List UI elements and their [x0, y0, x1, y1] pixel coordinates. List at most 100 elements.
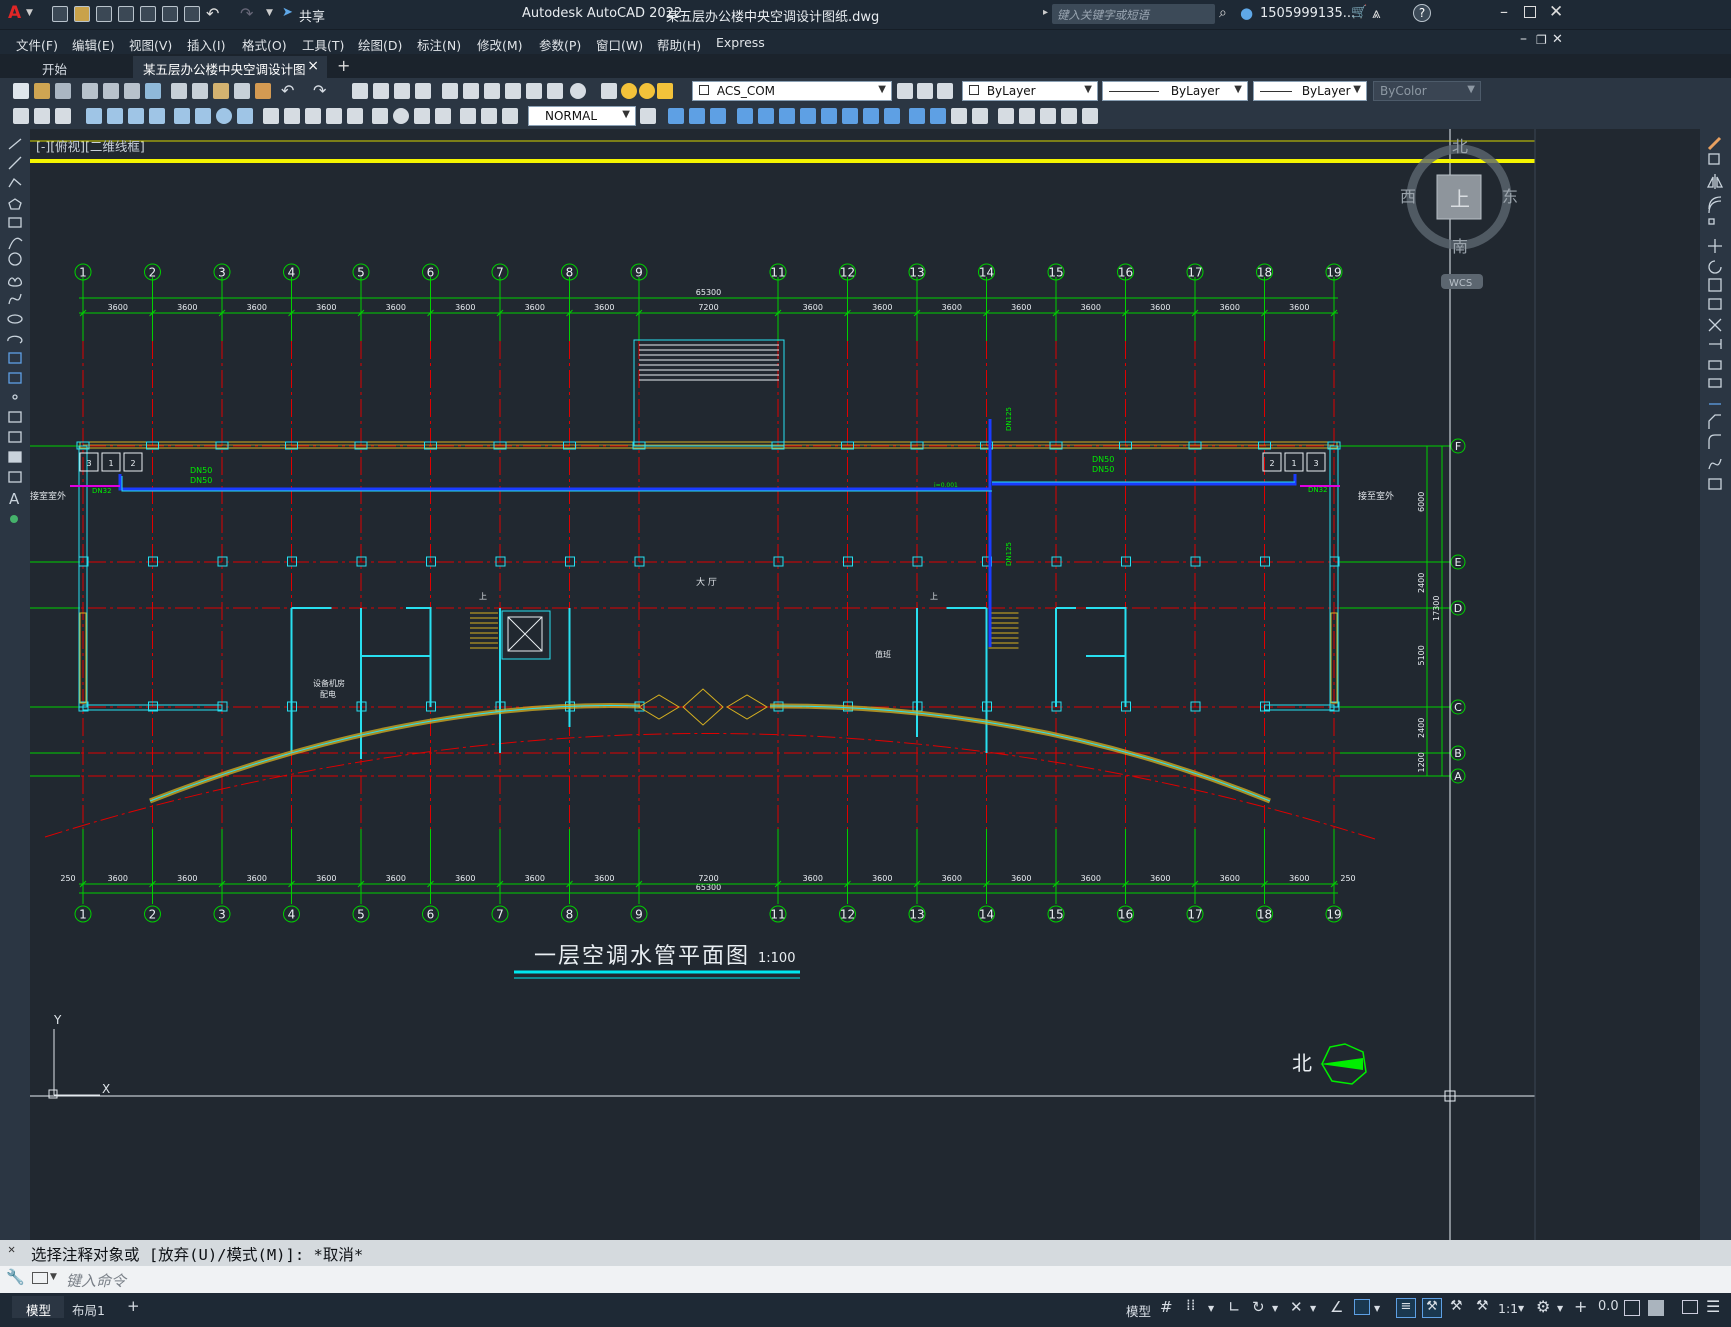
- text-style-dropdown[interactable]: NORMAL ▼: [528, 106, 636, 126]
- new-tab-icon[interactable]: +: [337, 56, 350, 75]
- dim-break-icon[interactable]: [347, 108, 363, 124]
- insert-block-tool-icon[interactable]: [8, 352, 22, 364]
- quick-properties-icon[interactable]: [1624, 1300, 1640, 1316]
- offset-icon[interactable]: [710, 108, 726, 124]
- trim-icon[interactable]: [821, 108, 837, 124]
- polygon-tool-icon[interactable]: [8, 198, 22, 210]
- paste-icon[interactable]: [213, 83, 229, 99]
- viewcube-east[interactable]: 东: [1502, 187, 1518, 206]
- layer-freeze-icon[interactable]: [639, 83, 655, 99]
- make-block-icon[interactable]: [1019, 108, 1035, 124]
- menu-edit[interactable]: 编辑(E): [72, 35, 115, 54]
- fillet-icon[interactable]: [930, 108, 946, 124]
- break-tool-icon[interactable]: [1708, 378, 1722, 388]
- units-icon[interactable]: 0.0: [1598, 1299, 1619, 1314]
- erase-icon[interactable]: [1707, 136, 1722, 151]
- cart-icon[interactable]: 🛒: [1351, 5, 1367, 20]
- isodraft-icon[interactable]: ✕: [1290, 1298, 1303, 1316]
- command-prompt-icon[interactable]: [32, 1272, 48, 1284]
- help-icon[interactable]: ?: [1413, 4, 1431, 22]
- menu-draw[interactable]: 绘图(D): [358, 35, 402, 54]
- explode-tool-icon[interactable]: [1708, 478, 1722, 490]
- share-icon[interactable]: ➤: [282, 5, 293, 20]
- annotation-scale-icon[interactable]: ⚒: [1476, 1298, 1489, 1314]
- linetype-dropdown[interactable]: ByLayer ▼: [1102, 81, 1248, 101]
- chamfer-tool-icon[interactable]: [1708, 414, 1721, 429]
- save-icon[interactable]: [96, 6, 112, 22]
- jogged-dim-icon[interactable]: [195, 108, 211, 124]
- workspace-gear-icon[interactable]: ⚙: [1536, 1297, 1550, 1316]
- explode-icon[interactable]: [951, 108, 967, 124]
- array-icon[interactable]: [972, 108, 988, 124]
- sheet-set-icon[interactable]: [505, 83, 521, 99]
- scale-icon[interactable]: [779, 108, 795, 124]
- dim-style-icon[interactable]: [13, 108, 29, 124]
- trim-tool-icon[interactable]: [1708, 318, 1722, 332]
- grid-icon[interactable]: #: [1160, 1298, 1173, 1316]
- match-properties-icon[interactable]: [234, 83, 250, 99]
- doc-close-icon[interactable]: ✕: [1552, 32, 1563, 47]
- diameter-dim-icon[interactable]: [216, 108, 232, 124]
- redo-tb-icon[interactable]: ↷: [313, 81, 326, 100]
- make-block-tool-icon[interactable]: [8, 372, 22, 384]
- chamfer-icon[interactable]: [909, 108, 925, 124]
- annotation-monitor-icon[interactable]: +: [1574, 1297, 1587, 1316]
- search-expand-icon[interactable]: ▸: [1043, 7, 1048, 18]
- doc-minimize-icon[interactable]: –: [1520, 31, 1527, 47]
- 3d-print-icon[interactable]: [145, 83, 161, 99]
- stretch-icon[interactable]: [800, 108, 816, 124]
- inspect-icon[interactable]: [414, 108, 430, 124]
- insert-block-icon[interactable]: [998, 108, 1014, 124]
- plot-icon[interactable]: [184, 6, 200, 22]
- object-snap-tracking-icon[interactable]: ∠: [1330, 1298, 1343, 1316]
- scale-tool-icon[interactable]: [1708, 278, 1722, 292]
- extend-tool-icon[interactable]: [1709, 339, 1722, 349]
- menu-parametric[interactable]: 参数(P): [539, 35, 581, 54]
- arc-length-icon[interactable]: [128, 108, 144, 124]
- ordinate-dim-icon[interactable]: [149, 108, 165, 124]
- layer-properties-icon[interactable]: [601, 83, 617, 99]
- close-icon[interactable]: ✕: [1549, 2, 1563, 22]
- dim-edit-icon[interactable]: [460, 108, 476, 124]
- scale-dropdown-icon[interactable]: ▼: [1518, 1304, 1524, 1313]
- drawing-canvas[interactable]: 65300 3600 3600 3600 3600 3600 3600 3600 3600 720…: [30, 129, 1700, 1240]
- customization-menu-icon[interactable]: ☰: [1706, 1297, 1720, 1316]
- color-dropdown[interactable]: ByLayer ▼: [962, 81, 1098, 101]
- quick-dim-icon[interactable]: [263, 108, 279, 124]
- dim-text-edit-icon[interactable]: [481, 108, 497, 124]
- menu-insert[interactable]: 插入(I): [187, 35, 225, 54]
- saveas-icon[interactable]: [118, 6, 134, 22]
- block-editor-icon[interactable]: [255, 83, 271, 99]
- layer-match-icon[interactable]: [937, 83, 953, 99]
- revcloud-tool-icon[interactable]: [7, 277, 23, 287]
- snap-icon[interactable]: ⁞⁞: [1186, 1296, 1196, 1314]
- menu-format[interactable]: 格式(O): [242, 35, 287, 54]
- radius-dim-icon[interactable]: [174, 108, 190, 124]
- polar-dropdown-icon[interactable]: ▼: [1272, 1304, 1278, 1313]
- stretch-tool-icon[interactable]: [1708, 298, 1722, 310]
- break-at-point-icon[interactable]: [1708, 360, 1722, 370]
- menu-dimension[interactable]: 标注(N): [417, 35, 461, 54]
- print-preview-icon[interactable]: [103, 83, 119, 99]
- qnew-icon[interactable]: [13, 83, 29, 99]
- save-web-icon[interactable]: [162, 6, 178, 22]
- dim-style-update-icon[interactable]: [640, 108, 656, 124]
- viewcube-south[interactable]: 南: [1452, 237, 1468, 256]
- ellipse-tool-icon[interactable]: [7, 314, 23, 324]
- workspace-dropdown-icon[interactable]: ▼: [1557, 1304, 1563, 1313]
- help-tb-icon[interactable]: [570, 83, 586, 99]
- text-style-icon[interactable]: [34, 108, 50, 124]
- design-center-icon[interactable]: [463, 83, 479, 99]
- zoom-previous-icon[interactable]: [415, 83, 431, 99]
- layer-lock-icon[interactable]: [657, 83, 673, 99]
- annotation-scale-value[interactable]: 1:1: [1498, 1301, 1518, 1316]
- table-tool-icon[interactable]: [8, 471, 22, 483]
- model-space-button[interactable]: 模型: [1126, 1301, 1151, 1320]
- new-icon[interactable]: [52, 6, 68, 22]
- properties-icon[interactable]: [442, 83, 458, 99]
- lineweight-dropdown[interactable]: ByLayer ▼: [1253, 81, 1367, 101]
- markup-icon[interactable]: [526, 83, 542, 99]
- isolate-objects-icon[interactable]: [1648, 1300, 1664, 1316]
- viewport-controls[interactable]: [-][俯视][二维线框]: [36, 136, 145, 155]
- xref-icon[interactable]: [1040, 108, 1056, 124]
